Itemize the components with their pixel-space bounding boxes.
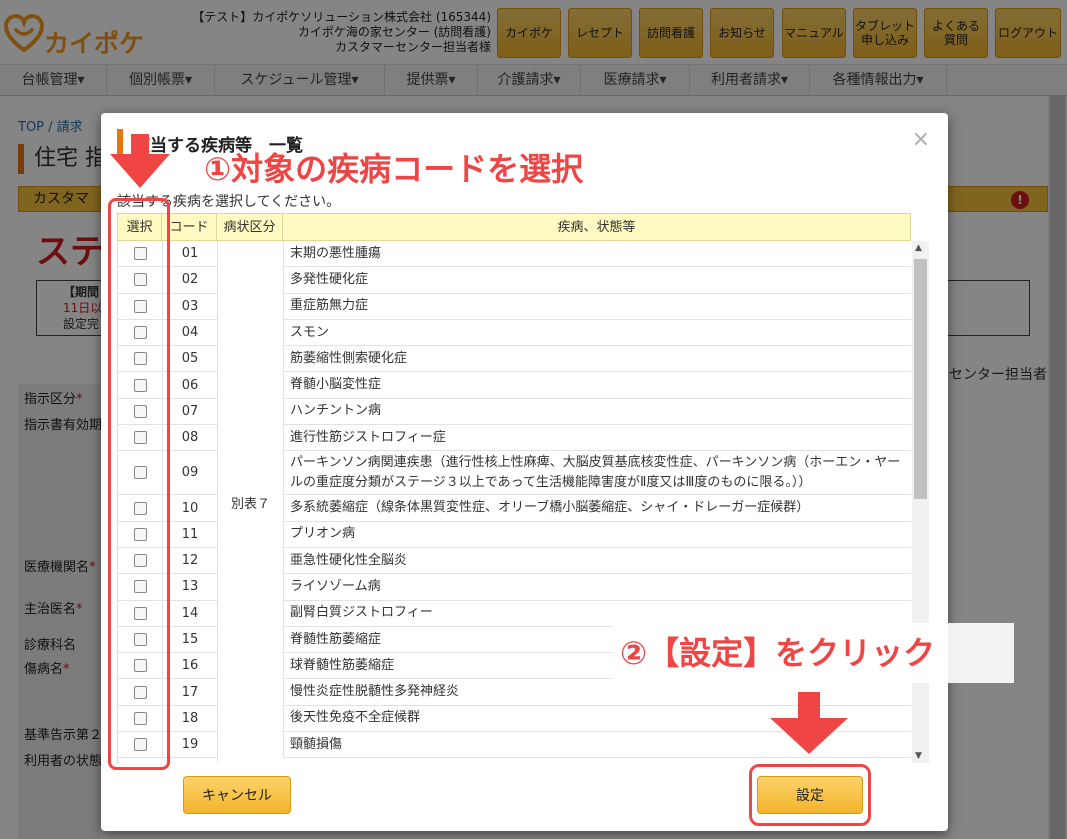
disease-code: 10 (162, 495, 217, 521)
disease-name: 亜急性硬化性全脳炎 (283, 548, 911, 574)
disease-code: 09 (162, 451, 217, 495)
disease-code: 15 (162, 626, 217, 653)
disease-code: 01 (162, 241, 217, 267)
modal-scrollbar[interactable]: ▲ ▼ (912, 241, 929, 763)
title-accent-bar (117, 129, 123, 155)
category-cell: 別表７ (217, 241, 283, 763)
disease-name: 多発性硬化症 (283, 267, 911, 293)
column-header-disease: 疾病、状態等 (557, 220, 636, 235)
disease-code: 08 (162, 425, 217, 451)
disease-name: ライソゾーム病 (283, 574, 911, 600)
annotation-step-1: ①対象の疾病コードを選択 (204, 150, 584, 188)
disease-name: パーキンソン病関連疾患（進行性核上性麻痺、大脳皮質基底核変性症、パーキンソン病（… (283, 451, 911, 495)
column-header-code: コード (162, 214, 217, 241)
disease-name: スモン (283, 319, 911, 346)
disease-name: ハンチントン病 (283, 398, 911, 425)
disease-name: 末期の悪性腫瘍 (283, 241, 911, 267)
arrow-down-icon (110, 154, 170, 188)
disease-code: 13 (162, 574, 217, 600)
disease-code: 03 (162, 293, 217, 319)
checkbox-column-highlight (108, 198, 170, 770)
arrow-down-icon (131, 134, 149, 154)
disease-code: 12 (162, 548, 217, 574)
annotation-step-2: ②【設定】をクリック (612, 623, 1014, 683)
disease-name: 進行性筋ジストロフィー症 (283, 425, 911, 451)
modal-scrollbar-thumb[interactable] (914, 259, 927, 499)
column-header-category: 病状区分 (217, 214, 283, 241)
disease-code: 18 (162, 705, 217, 732)
scroll-up-icon[interactable]: ▲ (915, 243, 922, 253)
disease-code: 04 (162, 319, 217, 346)
disease-name: 多系統萎縮症（線条体黒質変性症、オリーブ橋小脳萎縮症、シャイ・ドレーガー症候群） (283, 495, 911, 521)
disease-code: 05 (162, 346, 217, 372)
disease-name: 筋萎縮性側索硬化症 (283, 346, 911, 372)
disease-table: 19 頸髄損傷 18 後天性免疫不全症候群 17 慢性炎症性脱髄性多発神経炎 16 球脊髄性筋… (117, 241, 911, 763)
disease-name: 重症筋無力症 (283, 293, 911, 319)
disease-code: 11 (162, 521, 217, 547)
disease-code: 06 (162, 372, 217, 398)
disease-name: プリオン病 (283, 521, 911, 547)
scroll-down-icon[interactable]: ▼ (915, 751, 922, 761)
disease-code: 16 (162, 653, 217, 679)
arrow-down-icon (770, 718, 848, 754)
cancel-button[interactable]: キャンセル (183, 776, 291, 814)
arrow-down-icon (798, 692, 820, 718)
disease-code: 14 (162, 600, 217, 626)
disease-code: 07 (162, 398, 217, 425)
submit-button-highlight (749, 764, 871, 826)
close-icon[interactable]: × (912, 127, 930, 152)
table-header: 選択 コード 病状区分 疾病、状態等 (117, 213, 911, 241)
disease-name: 脊髄小脳変性症 (283, 372, 911, 398)
disease-code: 17 (162, 679, 217, 705)
disease-code: 19 (162, 732, 217, 758)
disease-code: 02 (162, 267, 217, 293)
